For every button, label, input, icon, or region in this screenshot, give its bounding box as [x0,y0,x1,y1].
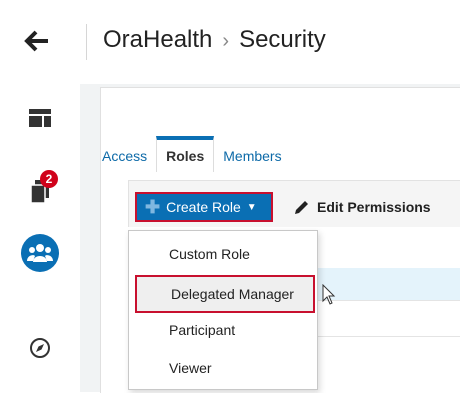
back-arrow-icon [24,30,48,52]
sidebar-item-layout[interactable] [22,100,58,136]
breadcrumb-current: Security [239,26,326,53]
menu-item-custom-role[interactable]: Custom Role [129,235,317,273]
menu-item-viewer[interactable]: Viewer [129,349,317,387]
pencil-icon [293,198,311,216]
sidebar-item-security[interactable] [21,234,59,272]
create-role-button[interactable]: ✚ Create Role ▼ [135,192,273,222]
breadcrumb: OraHealth › Security [103,26,326,54]
group-icon [27,244,53,262]
create-role-menu: Custom Role Delegated Manager Participan… [128,230,318,390]
edit-permissions-button[interactable]: Edit Permissions [293,196,431,218]
page-header: OraHealth › Security [0,0,460,84]
breadcrumb-app[interactable]: OraHealth [103,26,212,53]
sidebar-item-documents[interactable]: 2 [22,170,58,210]
tab-bar: Access Roles Members [102,136,291,172]
plus-icon: ✚ [145,196,161,217]
sidebar: 2 [0,84,80,392]
menu-item-delegated-manager[interactable]: Delegated Manager [135,275,315,313]
tab-roles[interactable]: Roles [156,136,215,172]
sidebar-item-compass[interactable] [22,330,58,366]
create-role-label: Create Role [166,199,241,215]
notification-badge: 2 [40,170,58,188]
roles-toolbar: ✚ Create Role ▼ Edit Permissions [128,180,460,227]
header-divider [86,24,87,60]
mouse-pointer-icon [322,284,336,305]
chevron-down-icon: ▼ [246,201,257,213]
menu-item-participant[interactable]: Participant [129,311,317,349]
tab-access[interactable]: Access [102,136,156,172]
tab-members[interactable]: Members [214,136,290,172]
edit-permissions-label: Edit Permissions [317,199,431,215]
back-button[interactable] [24,28,50,54]
breadcrumb-separator: › [222,30,230,52]
layout-icon [29,109,51,127]
compass-icon [30,338,50,358]
